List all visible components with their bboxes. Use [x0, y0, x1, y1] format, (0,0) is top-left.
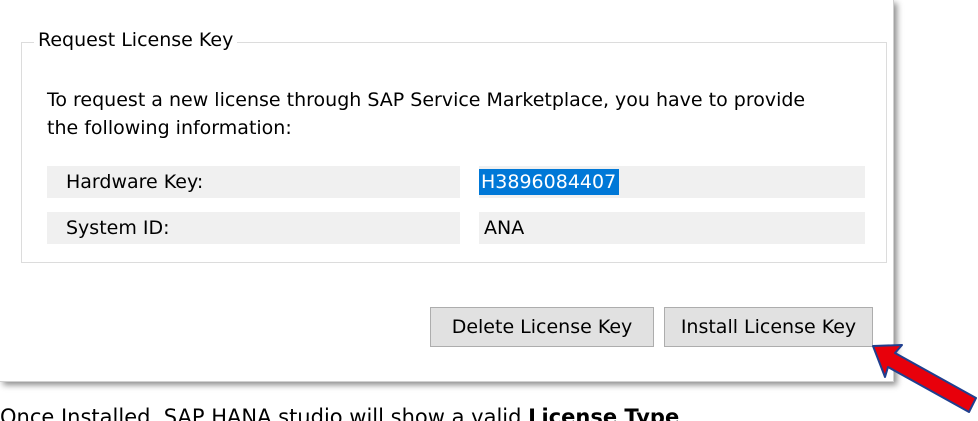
delete-license-key-button[interactable]: Delete License Key	[430, 307, 654, 347]
caption-prefix: Once Installed, SAP HANA studio will sho…	[0, 405, 529, 421]
system-id-label: System ID:	[47, 212, 460, 244]
license-dialog-panel: Request License Key To request a new lic…	[0, 0, 894, 382]
system-id-field[interactable]: ANA	[479, 212, 865, 244]
document-caption: Once Installed, SAP HANA studio will sho…	[0, 404, 860, 421]
red-arrow-icon	[872, 344, 977, 413]
hardware-key-field[interactable]: H3896084407	[479, 166, 865, 198]
hardware-key-row: Hardware Key: H3896084407	[47, 166, 865, 198]
hardware-key-label: Hardware Key:	[47, 166, 460, 198]
caption-bold: License Type	[528, 405, 680, 421]
system-id-row: System ID: ANA	[47, 212, 865, 244]
request-description: To request a new license through SAP Ser…	[47, 89, 806, 139]
groupbox-title: Request License Key	[34, 27, 238, 53]
screenshot-stage: Request License Key To request a new lic…	[0, 0, 978, 421]
system-id-value[interactable]: ANA	[479, 212, 524, 244]
hardware-key-value[interactable]: H3896084407	[479, 169, 620, 195]
caption-text: Once Installed, SAP HANA studio will sho…	[0, 404, 679, 421]
